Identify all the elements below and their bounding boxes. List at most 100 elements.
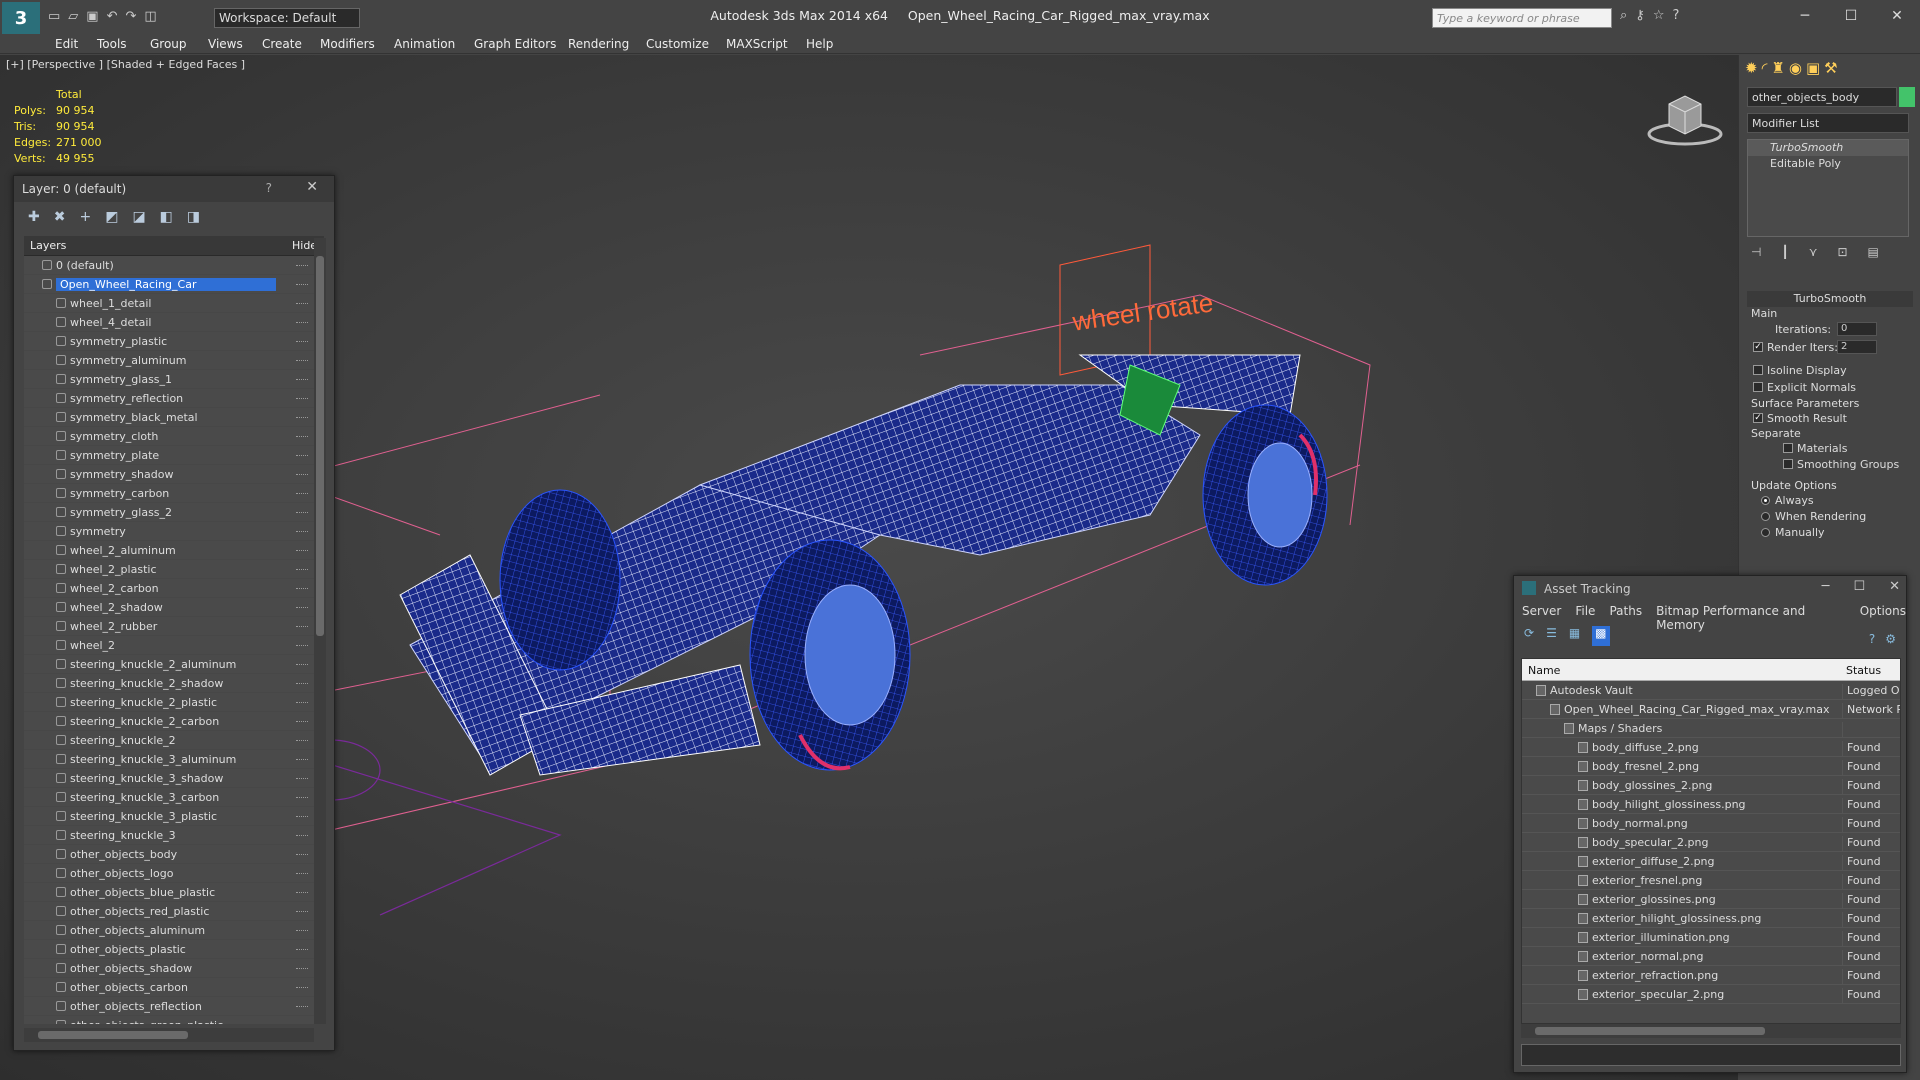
close-icon[interactable]: ✕ [306,179,318,195]
hide-toggle[interactable] [296,341,308,343]
help-icon[interactable]: ? [1869,632,1875,646]
hide-toggle[interactable] [296,550,308,552]
hide-toggle[interactable] [296,303,308,305]
layer-row[interactable]: steering_knuckle_3 [24,826,314,845]
layer-row[interactable]: steering_knuckle_3_carbon [24,788,314,807]
hide-toggle[interactable] [296,892,308,894]
asset-row[interactable]: body_fresnel_2.png Found [1522,757,1900,776]
layer-row[interactable]: other_objects_red_plastic [24,902,314,921]
table-view-icon[interactable]: ▩ [1592,626,1610,646]
workspace-dropdown[interactable]: Workspace: Default [214,8,360,28]
col-name[interactable]: Name [1528,664,1560,677]
hide-toggle[interactable] [296,569,308,571]
col-layers[interactable]: Layers [30,239,66,252]
asset-row[interactable]: body_hilight_glossiness.png Found [1522,795,1900,814]
binoculars-icon[interactable]: ⌕ [1620,8,1627,23]
asset-menu-server[interactable]: Server [1522,604,1561,622]
menu-help[interactable]: Help [806,37,833,51]
freeze-all-icon[interactable]: ◨ [187,209,200,225]
layer-row[interactable]: steering_knuckle_2_plastic [24,693,314,712]
menu-modifiers[interactable]: Modifiers [320,37,375,51]
asset-menu-paths[interactable]: Paths [1609,604,1642,622]
layer-row[interactable]: other_objects_aluminum [24,921,314,940]
layer-row[interactable]: wheel_2 [24,636,314,655]
asset-menu-bitmap[interactable]: Bitmap Performance and Memory [1656,604,1846,632]
hide-toggle[interactable] [296,474,308,476]
hide-toggle[interactable] [296,1006,308,1008]
layer-row[interactable]: steering_knuckle_3_aluminum [24,750,314,769]
hide-toggle[interactable] [296,360,308,362]
menu-animation[interactable]: Animation [394,37,455,51]
layer-row[interactable]: other_objects_shadow [24,959,314,978]
object-name-field[interactable]: other_objects_body [1747,87,1897,107]
list-view-icon[interactable]: ☰ [1546,626,1557,646]
layer-row[interactable]: other_objects_plastic [24,940,314,959]
layer-row[interactable]: symmetry_plate [24,446,314,465]
layer-row[interactable]: other_objects_green_plastic [24,1016,314,1024]
save-icon[interactable]: ▣ [86,9,98,24]
redo-icon[interactable]: ↷ [126,9,137,24]
manually-radio[interactable] [1761,528,1770,537]
settings-icon[interactable]: ⚙ [1885,632,1896,646]
layer-row[interactable]: symmetry_shadow [24,465,314,484]
hide-all-icon[interactable]: ◧ [160,209,173,225]
configure-sets-icon[interactable]: ▤ [1868,245,1879,259]
hide-toggle[interactable] [296,607,308,609]
new-file-icon[interactable]: ▭ [48,9,60,24]
hide-toggle[interactable] [296,911,308,913]
hide-toggle[interactable] [296,531,308,533]
layer-row[interactable]: other_objects_logo [24,864,314,883]
modifier-list-dropdown[interactable]: Modifier List [1747,113,1909,133]
close-icon[interactable]: ✕ [1874,0,1920,32]
layer-row[interactable]: other_objects_carbon [24,978,314,997]
menu-rendering[interactable]: Rendering [568,37,629,51]
show-end-result-icon[interactable]: ┃ [1781,245,1788,259]
help-icon[interactable]: ? [1672,8,1679,23]
hide-toggle[interactable] [296,493,308,495]
hide-toggle[interactable] [296,987,308,989]
layer-row[interactable]: other_objects_body [24,845,314,864]
hide-toggle[interactable] [296,721,308,723]
layer-row[interactable]: 0 (default) [24,256,314,275]
undo-icon[interactable]: ↶ [107,9,118,24]
render-iters-checkbox[interactable]: ✓ [1753,342,1763,352]
minimize-icon[interactable]: ─ [1822,579,1830,594]
display-tab-icon[interactable]: ▣ [1806,59,1820,77]
hide-toggle[interactable] [296,284,308,286]
hide-toggle[interactable] [296,398,308,400]
iterations-spinner[interactable]: 0 [1837,322,1877,336]
layer-row[interactable]: steering_knuckle_2_carbon [24,712,314,731]
highlight-layer-icon[interactable]: ◪ [132,209,145,225]
vertical-scrollbar[interactable] [314,238,326,1024]
menu-views[interactable]: Views [208,37,243,51]
hide-toggle[interactable] [296,930,308,932]
layer-row[interactable]: steering_knuckle_3_shadow [24,769,314,788]
asset-row[interactable]: body_diffuse_2.png Found [1522,738,1900,757]
smoothing-groups-checkbox[interactable] [1783,459,1793,469]
menu-create[interactable]: Create [262,37,302,51]
layer-row[interactable]: wheel_4_detail [24,313,314,332]
asset-path-field[interactable] [1521,1044,1901,1066]
close-icon[interactable]: ✕ [1889,579,1900,594]
stack-item-turbosmooth[interactable]: TurboSmooth [1748,140,1908,156]
hide-toggle[interactable] [296,455,308,457]
asset-row[interactable]: body_normal.png Found [1522,814,1900,833]
hierarchy-tab-icon[interactable]: ♜ [1771,59,1784,77]
isoline-checkbox[interactable] [1753,365,1763,375]
menu-maxscript[interactable]: MAXScript [726,37,788,51]
hide-toggle[interactable] [296,588,308,590]
remove-modifier-icon[interactable]: ⊡ [1837,245,1847,259]
menu-edit[interactable]: Edit [55,37,78,51]
asset-row[interactable]: exterior_diffuse_2.png Found [1522,852,1900,871]
hide-toggle[interactable] [296,626,308,628]
materials-checkbox[interactable] [1783,443,1793,453]
menu-group[interactable]: Group [150,37,187,51]
hide-toggle[interactable] [296,778,308,780]
maximize-icon[interactable]: ☐ [1828,0,1874,32]
asset-row[interactable]: exterior_hilight_glossiness.png Found [1522,909,1900,928]
hide-toggle[interactable] [296,759,308,761]
hide-toggle[interactable] [296,512,308,514]
layer-row[interactable]: wheel_2_plastic [24,560,314,579]
layer-row[interactable]: symmetry_black_metal [24,408,314,427]
hide-toggle[interactable] [296,322,308,324]
